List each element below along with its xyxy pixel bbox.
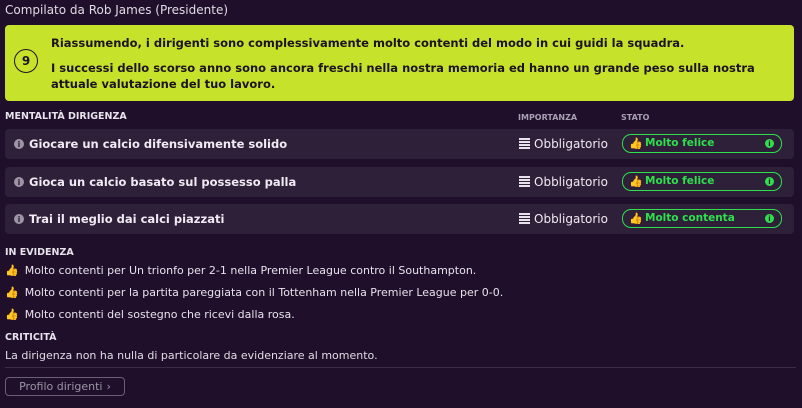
mentality-header: MENTALITÀ DIRIGENZA <box>5 111 127 122</box>
board-profile-label: Profilo dirigenti <box>19 380 103 393</box>
importance-value: Obbligatorio <box>519 137 608 151</box>
expectation-label: Trai il meglio dai calci piazzati <box>29 212 225 226</box>
importance-header: IMPORTANZA <box>518 113 578 122</box>
status-pill[interactable]: 👍 Molto felice i <box>622 134 782 153</box>
status-pill[interactable]: 👍 Molto felice i <box>622 172 782 191</box>
status-text: Molto felice <box>645 137 715 149</box>
status-header: STATO <box>621 113 650 122</box>
thumbs-up-icon: 👍 <box>629 137 643 150</box>
thumbs-up-icon: 👍 <box>629 175 643 188</box>
bars-icon <box>519 213 530 224</box>
info-icon[interactable]: i <box>765 177 774 186</box>
highlight-item: 👍 Molto contenti per Un trionfo per 2-1 n… <box>5 264 476 277</box>
highlight-text: Molto contenti per Un trionfo per 2-1 ne… <box>24 264 477 277</box>
thumbs-up-icon: 👍 <box>5 308 19 321</box>
summary-box: 9 Riassumendo, i dirigenti sono compless… <box>5 25 794 101</box>
thumbs-up-icon: 👍 <box>5 286 19 299</box>
expectation-row[interactable]: i Giocare un calcio difensivamente solid… <box>5 129 794 159</box>
importance-text: Obbligatorio <box>534 212 608 226</box>
criticality-title: CRITICITÀ <box>5 332 57 343</box>
chevron-right-icon: › <box>106 380 111 393</box>
bars-icon <box>519 176 530 187</box>
board-profile-button[interactable]: Profilo dirigenti › <box>5 377 125 396</box>
thumbs-up-icon: 👍 <box>629 212 643 225</box>
expectation-row[interactable]: i Gioca un calcio basato sul possesso pa… <box>5 167 794 197</box>
info-icon[interactable]: i <box>765 214 774 223</box>
expectation-label: Giocare un calcio difensivamente solido <box>29 137 288 151</box>
expectation-row[interactable]: i Trai il meglio dai calci piazzati Obbl… <box>5 204 794 234</box>
summary-line-2: I successi dello scorso anno sono ancora… <box>51 61 755 91</box>
highlight-text: Molto contenti del sostegno che ricevi d… <box>24 308 295 321</box>
summary-text: Riassumendo, i dirigenti sono complessiv… <box>51 35 786 92</box>
info-icon[interactable]: i <box>14 177 24 187</box>
criticality-text: La dirigenza non ha nulla di particolare… <box>5 349 378 362</box>
status-text: Molto felice <box>645 175 715 187</box>
expectation-label: Gioca un calcio basato sul possesso pall… <box>29 175 297 189</box>
info-icon[interactable]: i <box>14 139 24 149</box>
divider <box>5 367 796 368</box>
highlight-item: 👍 Molto contenti per la partita pareggiat… <box>5 286 503 299</box>
highlight-text: Molto contenti per la partita pareggiata… <box>24 286 504 299</box>
status-pill[interactable]: 👍 Molto contenta i <box>622 209 782 228</box>
importance-value: Obbligatorio <box>519 175 608 189</box>
highlight-item: 👍 Molto contenti del sostegno che ricevi … <box>5 308 295 321</box>
importance-value: Obbligatorio <box>519 212 608 226</box>
summary-line-1: Riassumendo, i dirigenti sono complessiv… <box>51 36 685 50</box>
bars-icon <box>519 138 530 149</box>
importance-text: Obbligatorio <box>534 137 608 151</box>
compiled-by: Compilato da Rob James (Presidente) <box>5 3 229 17</box>
highlights-title: IN EVIDENZA <box>5 247 74 258</box>
status-text: Molto contenta <box>645 212 735 224</box>
info-icon[interactable]: i <box>14 214 24 224</box>
confidence-badge: 9 <box>14 49 38 73</box>
info-icon[interactable]: i <box>765 139 774 148</box>
thumbs-up-icon: 👍 <box>5 264 19 277</box>
importance-text: Obbligatorio <box>534 175 608 189</box>
